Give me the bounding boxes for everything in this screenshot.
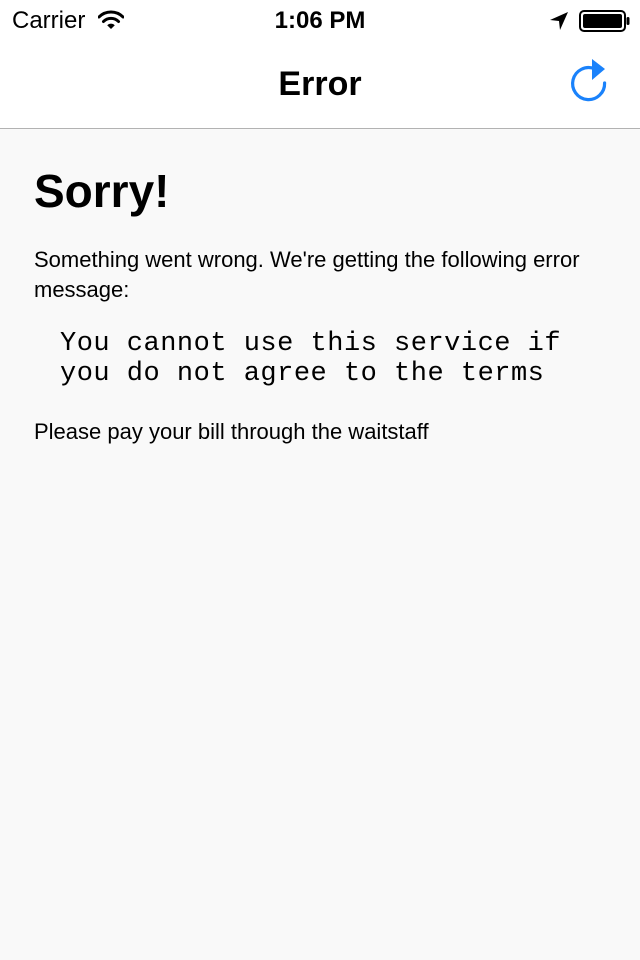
status-bar: Carrier 1:06 PM	[0, 0, 640, 40]
status-time: 1:06 PM	[274, 7, 366, 34]
error-heading: Sorry!	[34, 165, 170, 217]
refresh-icon	[566, 59, 614, 114]
error-message: You cannot use this service if you do no…	[60, 329, 578, 389]
error-intro-text: Something went wrong. We're getting the …	[34, 247, 580, 302]
error-content: Sorry! Something went wrong. We're getti…	[0, 129, 640, 960]
refresh-button[interactable]	[566, 56, 614, 110]
navigation-bar: Error	[0, 40, 640, 129]
nav-title: Error	[278, 65, 362, 103]
location-arrow-icon	[548, 10, 570, 32]
payment-instruction: Please pay your bill through the waitsta…	[34, 419, 429, 444]
battery-icon	[579, 10, 631, 32]
